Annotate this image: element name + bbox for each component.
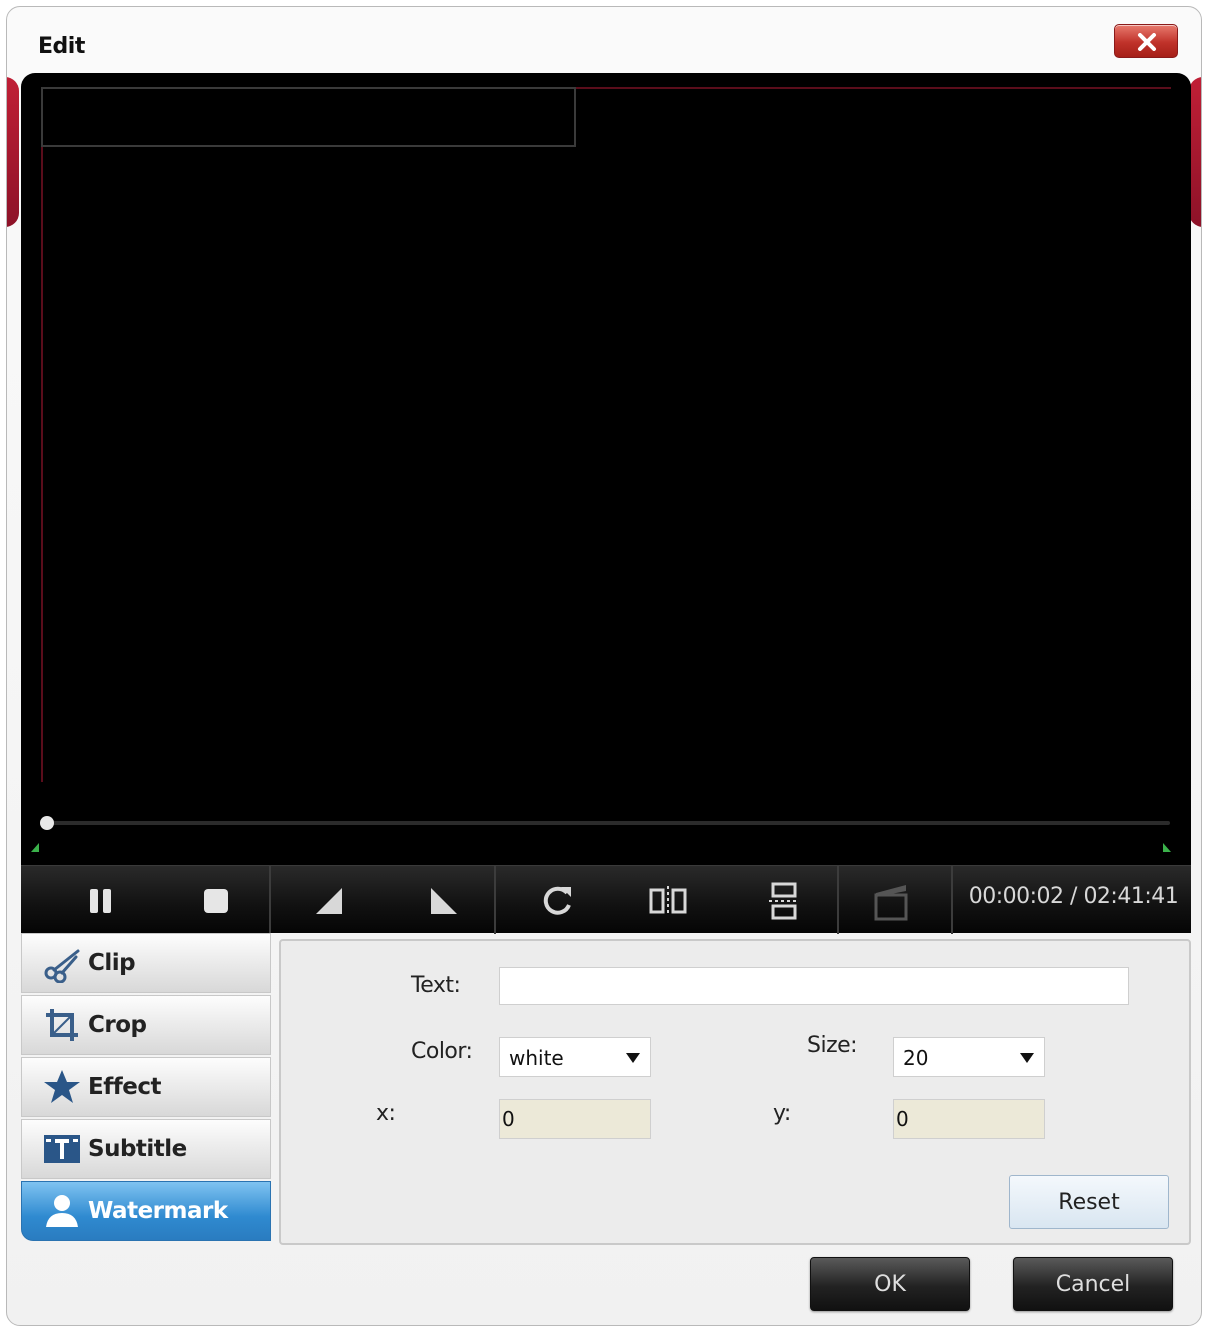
video-border-left [41,87,43,782]
tab-clip[interactable]: Clip [21,933,271,993]
reset-button[interactable]: Reset [1009,1175,1169,1229]
y-input-value: 0 [896,1107,909,1131]
watermark-region-box[interactable] [41,87,576,147]
start-marker-icon[interactable] [31,843,39,852]
tab-label: Clip [88,950,136,976]
time-display: 00:00:02 / 02:41:41 [968,884,1179,909]
x-input[interactable]: 0 [499,1099,651,1139]
mark-out-icon [431,888,457,914]
ok-button[interactable]: OK [810,1257,970,1311]
mark-in-button[interactable] [304,876,354,926]
dialog-title: Edit [38,34,85,59]
close-button[interactable] [1114,24,1178,58]
edit-dialog: Edit 00:00:02 / 02:41:41 Clip Crop Effec… [6,6,1202,1326]
tab-label: Watermark [88,1198,228,1224]
size-label: Size: [807,1033,858,1058]
tab-effect[interactable]: Effect [21,1057,271,1117]
flip-vertical-button[interactable] [759,876,809,926]
color-select-value: white [509,1046,564,1070]
rotate-button[interactable] [533,876,583,926]
text-label: Text: [411,973,461,998]
flip-horizontal-icon [649,886,687,916]
flip-vertical-icon [769,882,799,920]
flip-horizontal-button[interactable] [643,876,693,926]
player-toolbar: 00:00:02 / 02:41:41 [21,865,1191,934]
mark-out-button[interactable] [419,876,469,926]
toolbar-separator [837,866,839,934]
end-marker-icon[interactable] [1163,843,1171,852]
toolbar-separator [494,866,496,934]
toolbar-separator [269,866,271,934]
left-accent [7,77,19,227]
subtitle-icon [42,1129,82,1169]
scissors-icon [42,943,82,983]
dropdown-arrow-icon [626,1053,640,1063]
toolbar-separator [951,866,953,934]
person-icon [42,1191,82,1231]
watermark-panel: Text: Color: white Size: 20 x: 0 y: 0 Re… [279,939,1191,1245]
stop-button[interactable] [191,876,241,926]
seek-bar[interactable] [45,821,1170,825]
close-icon [1138,33,1156,51]
size-select[interactable]: 20 [893,1037,1045,1077]
cancel-button[interactable]: Cancel [1013,1257,1173,1311]
tab-label: Effect [88,1074,161,1100]
tab-label: Subtitle [88,1136,187,1162]
tab-watermark[interactable]: Watermark [21,1181,271,1241]
pause-icon [90,889,111,913]
edit-tabs: Clip Crop Effect Subtitle Watermark [21,933,271,1245]
pause-button[interactable] [76,876,126,926]
crop-icon [42,1005,82,1045]
tab-label: Crop [88,1012,147,1038]
size-select-value: 20 [903,1046,929,1070]
y-label: y: [773,1101,791,1126]
color-label: Color: [411,1039,473,1064]
star-icon [42,1067,82,1107]
x-input-value: 0 [502,1107,515,1131]
seek-handle[interactable] [40,816,54,830]
rotate-icon [543,886,571,915]
tab-crop[interactable]: Crop [21,995,271,1055]
watermark-text-input[interactable] [499,967,1129,1005]
x-label: x: [376,1101,396,1126]
video-preview [21,73,1191,933]
y-input[interactable]: 0 [893,1099,1045,1139]
stop-icon [204,889,228,913]
color-select[interactable]: white [499,1037,651,1077]
mark-in-icon [316,888,342,914]
snapshot-button[interactable] [866,876,916,926]
tab-subtitle[interactable]: Subtitle [21,1119,271,1179]
dropdown-arrow-icon [1020,1053,1034,1063]
snapshot-icon [874,885,908,921]
